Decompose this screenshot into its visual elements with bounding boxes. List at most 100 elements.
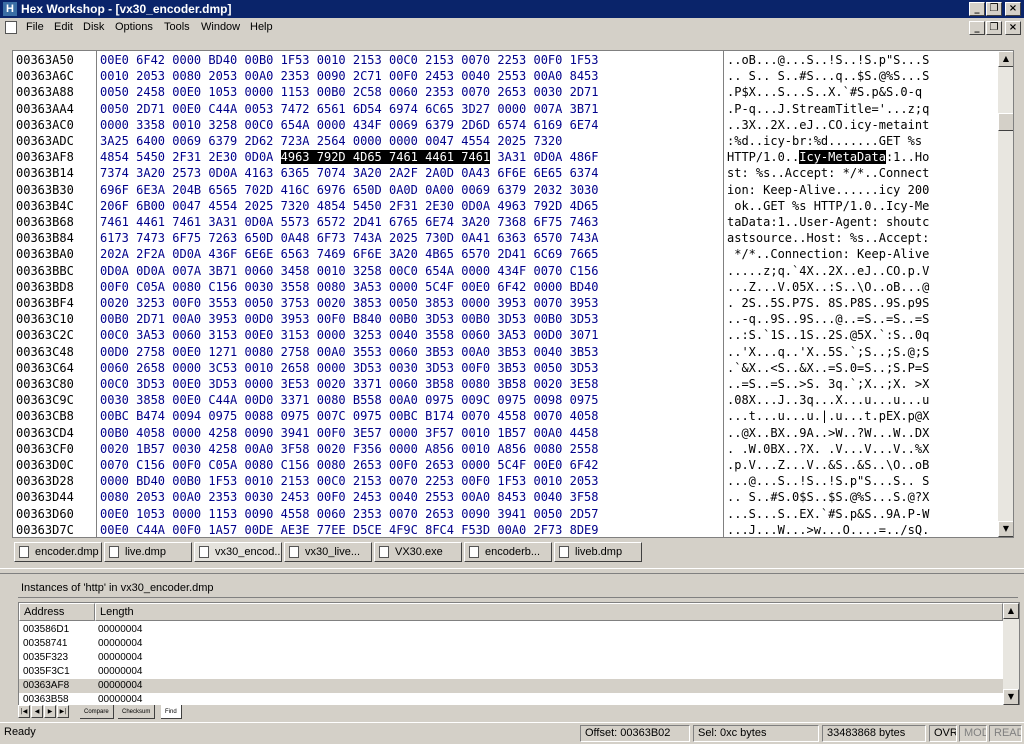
row-hex-bytes[interactable]: 0020 1B57 0030 4258 00A0 3F58 0020 F356 …: [100, 441, 599, 457]
tab-find[interactable]: Find: [161, 705, 182, 719]
column-header-length[interactable]: Length: [95, 603, 1003, 621]
find-result-row[interactable]: 0035F3C1 00000004: [19, 665, 1003, 679]
row-hex-bytes[interactable]: 0050 2D71 00E0 C44A 0053 7472 6561 6D54 …: [100, 101, 599, 117]
find-results-list[interactable]: Address Length 003586D1 00000004 00358741 0…: [18, 602, 1020, 706]
row-hex-bytes[interactable]: 696F 6E3A 204B 6565 702D 416C 6976 650D …: [100, 182, 599, 198]
row-ascii[interactable]: .. S.. S..#S...q..$S.@%S...S: [727, 68, 929, 84]
doc-restore-button[interactable]: ❐: [986, 21, 1002, 35]
row-ascii[interactable]: ..=S..=S..>S. 3q.`;X..;X. >X: [727, 376, 929, 392]
row-hex-bytes[interactable]: 00B0 4058 0000 4258 0090 3941 00F0 3E57 …: [100, 425, 599, 441]
tab-vx30-encoder[interactable]: vx30_encod...: [194, 542, 282, 562]
row-hex-bytes[interactable]: 3A25 6400 0069 6379 2D62 723A 2564 0000 …: [100, 133, 562, 149]
find-result-row[interactable]: 00358741 00000004: [19, 637, 1003, 651]
menu-options[interactable]: Options: [115, 21, 153, 33]
find-result-row[interactable]: 00363AF8 00000004: [19, 679, 1003, 693]
column-header-address[interactable]: Address: [19, 603, 95, 621]
find-result-row[interactable]: 0035F323 00000004: [19, 651, 1003, 665]
tab-encoder-dmp[interactable]: encoder.dmp: [14, 542, 102, 562]
row-hex-bytes[interactable]: 00C0 3D53 00E0 3D53 0000 3E53 0020 3371 …: [100, 376, 599, 392]
tab-liveb-dmp[interactable]: liveb.dmp: [554, 542, 642, 562]
row-hex-bytes[interactable]: 0000 3358 0010 3258 00C0 654A 0000 434F …: [100, 117, 599, 133]
row-hex-bytes[interactable]: 00E0 6F42 0000 BD40 00B0 1F53 0010 2153 …: [100, 52, 599, 68]
row-ascii[interactable]: :%d..icy-br:%d.......GET %s: [727, 133, 929, 149]
row-ascii[interactable]: ..'X...q..'X..5S.`;S..;S.@;S: [727, 344, 929, 360]
row-hex-bytes[interactable]: 0070 C156 00F0 C05A 0080 C156 0080 2653 …: [100, 457, 599, 473]
menu-file[interactable]: File: [26, 21, 44, 33]
hex-editor-pane[interactable]: 00363A50 00E0 6F42 0000 BD40 00B0 1F53 00…: [12, 50, 1014, 538]
row-ascii[interactable]: ion: Keep-Alive......icy 200: [727, 182, 929, 198]
find-vertical-scrollbar[interactable]: ▲ ▼: [1003, 603, 1019, 705]
first-tab-icon[interactable]: |◀: [18, 705, 30, 718]
row-hex-bytes[interactable]: 0030 3858 00E0 C44A 00D0 3371 0080 B558 …: [100, 392, 599, 408]
doc-minimize-button[interactable]: _: [969, 21, 985, 35]
menu-disk[interactable]: Disk: [83, 21, 104, 33]
tab-checksum[interactable]: Checksum: [118, 705, 156, 719]
row-ascii[interactable]: ...@...S..!S..!S.p"S...S.. S: [727, 473, 929, 489]
prev-tab-icon[interactable]: ◀: [31, 705, 43, 718]
row-hex-bytes[interactable]: 00D0 2758 00E0 1271 0080 2758 00A0 3553 …: [100, 344, 599, 360]
tab-live-dmp[interactable]: live.dmp: [104, 542, 192, 562]
hex-vertical-scrollbar[interactable]: ▲ ▼: [998, 51, 1013, 537]
row-hex-bytes[interactable]: 0080 2053 00A0 2353 0030 2453 00F0 2453 …: [100, 489, 599, 505]
maximize-button[interactable]: ❐: [986, 2, 1002, 16]
row-ascii[interactable]: .08X...J..3q...X...u...u...u: [727, 392, 929, 408]
row-hex-bytes[interactable]: 0010 2053 0080 2053 00A0 2353 0090 2C71 …: [100, 68, 599, 84]
scroll-up-arrow-icon[interactable]: ▲: [998, 51, 1013, 67]
row-ascii[interactable]: . 2S..5S.P7S. 8S.P8S..9S.p9S: [727, 295, 929, 311]
find-result-row[interactable]: 003586D1 00000004: [19, 623, 1003, 637]
row-ascii[interactable]: ok..GET %s HTTP/1.0..Icy-Me: [727, 198, 929, 214]
row-ascii[interactable]: . .W.0BX..?X. .V...V...V..%X: [727, 441, 929, 457]
row-hex-bytes[interactable]: 00C0 3A53 0060 3153 00E0 3153 0000 3253 …: [100, 327, 599, 343]
row-hex-bytes[interactable]: 0020 3253 00F0 3553 0050 3753 0020 3853 …: [100, 295, 599, 311]
row-ascii[interactable]: */*..Connection: Keep-Alive: [727, 246, 929, 262]
scroll-down-arrow-icon[interactable]: ▼: [1003, 689, 1019, 705]
row-hex-bytes[interactable]: 00B0 2D71 00A0 3953 00D0 3953 00F0 B840 …: [100, 311, 599, 327]
row-ascii[interactable]: ..@X..BX..9A..>W..?W...W..DX: [727, 425, 929, 441]
row-hex-bytes[interactable]: 00E0 1053 0000 1153 0090 4558 0060 2353 …: [100, 506, 599, 522]
scroll-thumb[interactable]: [998, 113, 1013, 131]
row-ascii[interactable]: .p.V...Z...V..&S..&S..\O..oB: [727, 457, 929, 473]
row-ascii[interactable]: ..-q..9S..9S...@..=S..=S..=S: [727, 311, 929, 327]
row-ascii[interactable]: ...t...u...u.|.u...t.pEX.p@X: [727, 408, 929, 424]
selected-ascii[interactable]: Icy-MetaData: [799, 150, 886, 165]
row-hex-bytes[interactable]: 4854 5450 2F31 2E30 0D0A 4963 792D 4D65 …: [100, 149, 599, 165]
tab-compare[interactable]: Compare: [80, 705, 114, 719]
row-ascii[interactable]: ...J...W...>w...O....=../sQ.: [727, 522, 929, 537]
menu-edit[interactable]: Edit: [54, 21, 73, 33]
doc-close-button[interactable]: ×: [1005, 21, 1021, 35]
scroll-down-arrow-icon[interactable]: ▼: [998, 521, 1013, 537]
menu-tools[interactable]: Tools: [164, 21, 190, 33]
close-button[interactable]: ×: [1005, 2, 1021, 16]
hex-workshop-app-icon[interactable]: H: [3, 2, 17, 16]
row-hex-bytes[interactable]: 6173 7473 6F75 7263 650D 0A48 6F73 743A …: [100, 230, 599, 246]
row-hex-bytes[interactable]: 0D0A 0D0A 007A 3B71 0060 3458 0010 3258 …: [100, 263, 599, 279]
hex-bytes-segment[interactable]: 3A31 0D0A 486F: [490, 150, 598, 164]
minimize-button[interactable]: _: [969, 2, 985, 16]
tab-encoderb[interactable]: encoderb...: [464, 542, 552, 562]
document-icon[interactable]: [5, 21, 17, 34]
row-ascii[interactable]: HTTP/1.0..Icy-MetaData:1..Ho: [727, 149, 929, 165]
next-tab-icon[interactable]: ▶: [44, 705, 56, 718]
menu-window[interactable]: Window: [201, 21, 240, 33]
last-tab-icon[interactable]: ▶|: [57, 705, 69, 718]
row-hex-bytes[interactable]: 202A 2F2A 0D0A 436F 6E6E 6563 7469 6F6E …: [100, 246, 599, 262]
ascii-segment[interactable]: :1..Ho: [886, 150, 929, 164]
menu-help[interactable]: Help: [250, 21, 273, 33]
row-ascii[interactable]: st: %s..Accept: */*..Connect: [727, 165, 929, 181]
row-ascii[interactable]: .....z;q.`4X..2X..eJ..CO.p.V: [727, 263, 929, 279]
row-ascii[interactable]: taData:1..User-Agent: shoutc: [727, 214, 929, 230]
tab-vx30-live[interactable]: vx30_live...: [284, 542, 372, 562]
row-ascii[interactable]: ..:S.`1S..1S..2S.@5X.`:S..0q: [727, 327, 929, 343]
row-hex-bytes[interactable]: 7461 4461 7461 3A31 0D0A 5573 6572 2D41 …: [100, 214, 599, 230]
row-hex-bytes[interactable]: 0060 2658 0000 3C53 0010 2658 0000 3D53 …: [100, 360, 599, 376]
row-ascii[interactable]: ...S...S..EX.`#S.p&S..9A.P-W: [727, 506, 929, 522]
row-hex-bytes[interactable]: 0000 BD40 00B0 1F53 0010 2153 00C0 2153 …: [100, 473, 599, 489]
selected-hex-bytes[interactable]: 4963 792D 4D65 7461 4461 7461: [280, 150, 491, 165]
row-hex-bytes[interactable]: 0050 2458 00E0 1053 0000 1153 00B0 2C58 …: [100, 84, 599, 100]
scroll-up-arrow-icon[interactable]: ▲: [1003, 603, 1019, 619]
ascii-segment[interactable]: HTTP/1.0..: [727, 150, 799, 164]
row-ascii[interactable]: ...Z...V.05X..:S..\O..oB...@: [727, 279, 929, 295]
row-hex-bytes[interactable]: 00E0 C44A 00F0 1A57 00DE AE3E 77EE D5CE …: [100, 522, 599, 537]
row-ascii[interactable]: .. S..#S.0$S..$S.@%S...S.@?X: [727, 489, 929, 505]
row-ascii[interactable]: .`&X..<S..&X..=S.0=S..;S.P=S: [727, 360, 929, 376]
